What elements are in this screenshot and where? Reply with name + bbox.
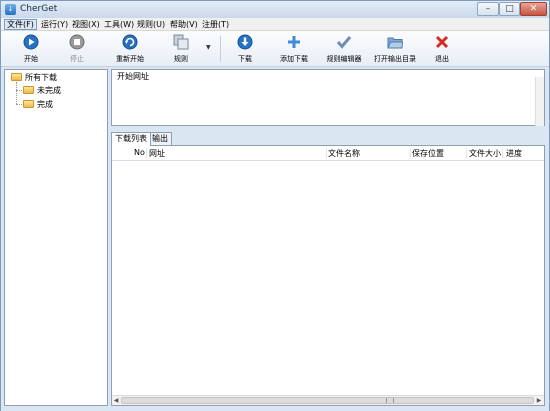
tree-item-label: 所有下载 (25, 73, 57, 82)
list-header: No 网址 文件名称 保存位置 文件大小 进度 (112, 146, 544, 161)
start-url-label: 开始网址 (117, 72, 149, 81)
column-divider[interactable] (146, 148, 147, 159)
column-filename[interactable]: 文件名称 (328, 148, 360, 159)
rule-editor-label: 规则编辑器 (326, 55, 362, 63)
close-x-icon (435, 35, 449, 49)
play-icon (23, 34, 39, 50)
open-output-dir-label: 打开输出目录 (374, 55, 416, 63)
menu-rules[interactable]: 规则(U) (135, 19, 167, 30)
folder-icon (23, 100, 34, 108)
menu-bar: 文件(F) 运行(Y) 视图(X) 工具(W) 规则(U) 帮助(V) 注册(T… (1, 18, 549, 31)
column-divider[interactable] (466, 148, 467, 159)
column-divider[interactable] (410, 148, 411, 159)
rules-dropdown-icon[interactable]: ▼ (206, 44, 212, 51)
menu-tools[interactable]: 工具(W) (102, 19, 136, 30)
column-url[interactable]: 网址 (149, 148, 165, 159)
maximize-button[interactable]: □ (499, 2, 520, 16)
restart-label: 重新开始 (116, 55, 144, 63)
toolbar-separator (220, 36, 221, 62)
start-button[interactable]: 开始 (13, 33, 49, 65)
download-list: No 网址 文件名称 保存位置 文件大小 进度 ◀ ▶ (111, 145, 545, 406)
folder-icon (11, 73, 22, 81)
exit-button[interactable]: 退出 (427, 33, 457, 65)
exit-label: 退出 (435, 55, 449, 63)
stop-button[interactable]: 停止 (59, 33, 95, 65)
checkmark-icon (336, 36, 352, 49)
column-save-location[interactable]: 保存位置 (412, 148, 444, 159)
download-label: 下载 (238, 55, 252, 63)
tab-strip: 下载列表 输出 (111, 132, 545, 146)
menu-file[interactable]: 文件(F) (4, 19, 37, 30)
minimize-button[interactable]: – (477, 2, 499, 16)
tree-item-label: 完成 (37, 100, 53, 109)
scrollbar-grip-icon (386, 398, 394, 403)
rules-button[interactable]: 规则 (163, 33, 199, 65)
open-output-dir-button[interactable]: 打开输出目录 (371, 33, 419, 65)
menu-register[interactable]: 注册(T) (200, 19, 231, 30)
restart-button[interactable]: 重新开始 (105, 33, 155, 65)
refresh-icon (122, 34, 138, 50)
download-button[interactable]: 下载 (227, 33, 263, 65)
tree-item-completed[interactable]: 完成 (23, 99, 53, 111)
tree-connector (16, 82, 17, 104)
tree-connector (16, 104, 22, 105)
scrollbar-thumb[interactable] (121, 397, 534, 404)
column-divider[interactable] (502, 148, 503, 159)
column-progress[interactable]: 进度 (506, 148, 522, 159)
add-download-button[interactable]: 添加下载 (274, 33, 314, 65)
column-filesize[interactable]: 文件大小 (469, 148, 501, 159)
stop-label: 停止 (70, 55, 84, 63)
horizontal-scrollbar[interactable]: ◀ ▶ (112, 395, 544, 405)
tree-item-all-downloads[interactable]: 所有下载 (11, 72, 57, 84)
tree-item-incomplete[interactable]: 未完成 (23, 85, 61, 97)
close-button[interactable]: ✕ (520, 2, 547, 16)
download-tree: 所有下载 未完成 完成 (4, 69, 108, 406)
folder-open-icon (387, 37, 403, 49)
menu-help[interactable]: 帮助(V) (168, 19, 200, 30)
scroll-right-icon[interactable]: ▶ (535, 397, 543, 405)
stop-icon (69, 34, 85, 50)
app-icon: ↓ (5, 4, 16, 15)
window-title: CherGet (20, 4, 58, 14)
column-divider[interactable] (326, 148, 327, 159)
status-bar (1, 407, 549, 411)
column-no[interactable]: No (134, 148, 145, 157)
scroll-left-icon[interactable]: ◀ (112, 397, 120, 405)
plus-icon (288, 36, 300, 48)
add-download-label: 添加下载 (280, 55, 308, 63)
app-window: ↓ CherGet – □ ✕ 文件(F) 运行(Y) 视图(X) 工具(W) … (0, 0, 550, 411)
rules-label: 规则 (174, 55, 188, 63)
url-scrollbar[interactable] (535, 77, 544, 126)
start-url-panel[interactable]: 开始网址 (111, 69, 545, 126)
rule-editor-button[interactable]: 规则编辑器 (321, 33, 367, 65)
title-bar: ↓ CherGet – □ ✕ (1, 1, 549, 18)
download-icon (237, 34, 253, 50)
toolbar: 开始 停止 重新开始 规则 ▼ 下载 添加下载 规则编辑器 打开输出目录 退出 (1, 31, 549, 67)
tab-output[interactable]: 输出 (148, 132, 172, 145)
rules-icon (173, 34, 189, 50)
folder-icon (23, 86, 34, 94)
tree-connector (16, 90, 22, 91)
menu-run[interactable]: 运行(Y) (39, 19, 70, 30)
tree-item-label: 未完成 (37, 86, 61, 95)
menu-view[interactable]: 视图(X) (70, 19, 102, 30)
start-label: 开始 (24, 55, 38, 63)
tab-download-list[interactable]: 下载列表 (111, 132, 151, 146)
